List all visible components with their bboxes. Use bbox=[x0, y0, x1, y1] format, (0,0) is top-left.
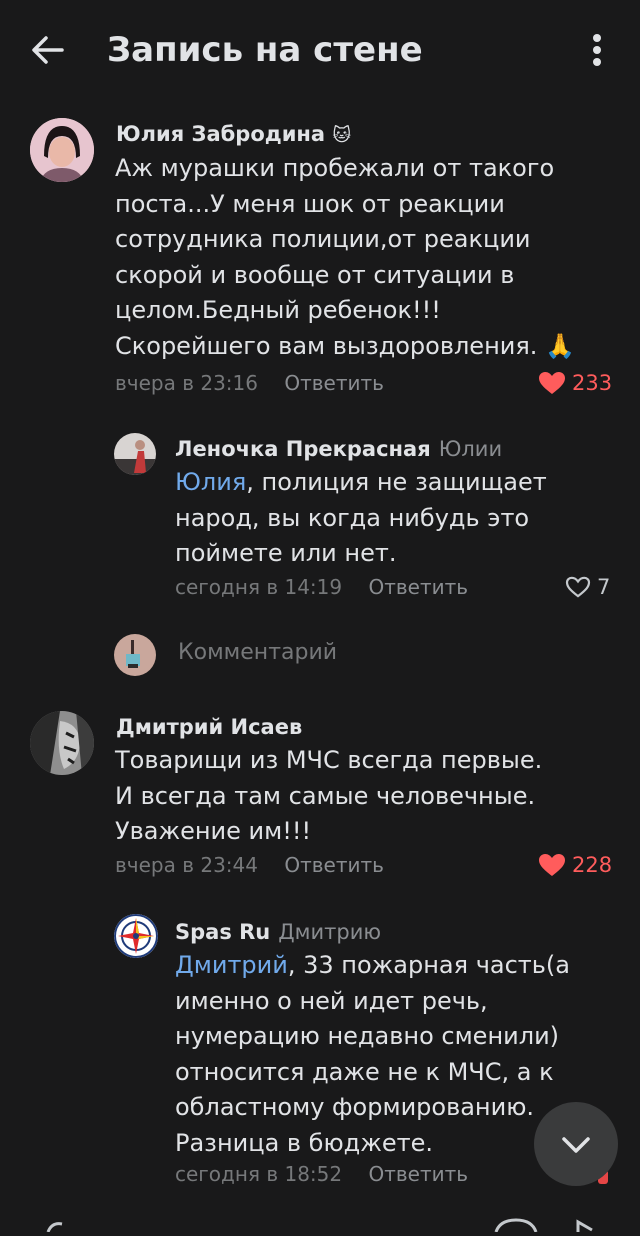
heart-outline-icon bbox=[565, 576, 591, 598]
reply-button[interactable]: Ответить bbox=[368, 1162, 468, 1186]
mention-link[interactable]: Дмитрий bbox=[175, 951, 288, 979]
comment-author[interactable]: Spas Ru Дмитрию bbox=[175, 918, 381, 946]
like-button[interactable]: 233 bbox=[538, 369, 612, 397]
avatar[interactable] bbox=[30, 711, 94, 775]
heart-filled-icon bbox=[539, 372, 565, 394]
my-avatar bbox=[114, 634, 156, 676]
like-count: 7 bbox=[597, 575, 611, 599]
reply-button[interactable]: Ответить bbox=[284, 371, 384, 395]
more-vertical-icon[interactable] bbox=[578, 28, 616, 72]
comment-author[interactable]: Леночка Прекрасная Юлии bbox=[175, 435, 502, 463]
reply-button[interactable]: Ответить bbox=[284, 853, 384, 877]
comment-text: Товарищи из МЧС всегда первые. И всегда … bbox=[115, 746, 543, 845]
back-arrow-icon[interactable] bbox=[26, 28, 70, 72]
avatar[interactable] bbox=[114, 433, 156, 475]
comment-meta: сегодня в 14:19 Ответить bbox=[175, 573, 468, 601]
avatar[interactable] bbox=[30, 118, 94, 182]
comment-author[interactable]: Юлия Забродина 🐱 bbox=[116, 120, 351, 150]
like-button[interactable]: 228 bbox=[538, 851, 612, 879]
comment-time: вчера в 23:16 bbox=[115, 371, 258, 395]
reply-to-label: Юлии bbox=[438, 437, 503, 461]
comment-text: Юлия, полиция не защищает народ, вы когд… bbox=[175, 468, 547, 567]
heart-filled-icon bbox=[539, 854, 565, 876]
comment-time: вчера в 23:44 bbox=[115, 853, 258, 877]
comment-meta: вчера в 23:16 Ответить bbox=[115, 369, 384, 397]
like-count: 233 bbox=[572, 371, 613, 395]
comment-author[interactable]: Дмитрий Исаев bbox=[116, 713, 302, 741]
comment-meta: вчера в 23:44 Ответить bbox=[115, 851, 384, 879]
like-count: 228 bbox=[572, 853, 613, 877]
comment-text: Дмитрий, 33 пожарная часть(а именно о не… bbox=[175, 951, 570, 1157]
bottom-toolbar-partial bbox=[0, 1210, 640, 1233]
comment-input[interactable]: Комментарий bbox=[178, 640, 337, 665]
scroll-down-button[interactable] bbox=[534, 1102, 618, 1186]
comment-time: сегодня в 18:52 bbox=[175, 1162, 343, 1186]
like-button[interactable]: 7 bbox=[565, 573, 610, 601]
write-comment-row[interactable]: Комментарий bbox=[0, 626, 640, 686]
avatar[interactable] bbox=[114, 914, 158, 958]
chevron-down-icon bbox=[562, 1137, 590, 1153]
top-bar: Запись на стене bbox=[0, 0, 640, 100]
reply-to-label: Дмитрию bbox=[278, 920, 382, 944]
comment-meta: сегодня в 18:52 Ответить bbox=[175, 1160, 468, 1188]
reply-button[interactable]: Ответить bbox=[368, 575, 468, 599]
page-title: Запись на стене bbox=[107, 30, 423, 70]
comment-text: Аж мурашки пробежали от такого поста...У… bbox=[115, 154, 575, 360]
cat-emoji-icon: 🐱 bbox=[332, 125, 352, 146]
mention-link[interactable]: Юлия bbox=[175, 468, 246, 496]
comment-time: сегодня в 14:19 bbox=[175, 575, 343, 599]
compass-logo-icon bbox=[114, 914, 158, 958]
